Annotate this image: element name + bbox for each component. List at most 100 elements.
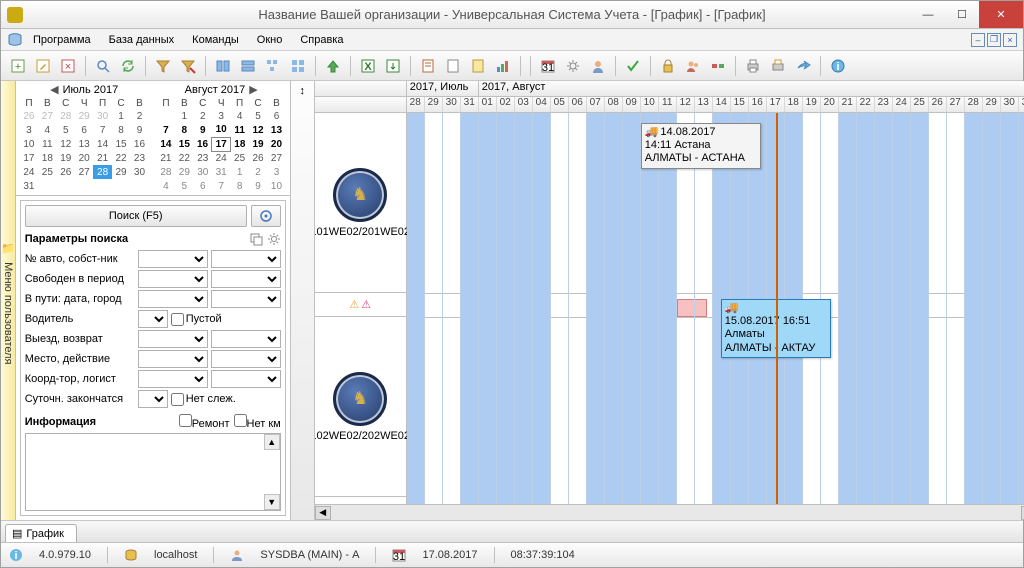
tb-filter[interactable] [152,55,174,77]
statusbar: i 4.0.979.10 localhost SYSDBA (MAIN) - А… [1,543,1023,567]
maximize-button[interactable]: ☐ [945,1,979,28]
param-select-2[interactable] [211,290,281,308]
tb-user[interactable] [587,55,609,77]
tb-report3[interactable] [467,55,489,77]
tb-check[interactable] [622,55,644,77]
calendar-july[interactable]: ◀Июль 2017 ПВСЧПСВ2627282930123456789101… [16,81,153,195]
status-db-icon [124,548,138,562]
param-select-2[interactable] [211,330,281,348]
resource-warning-row: ⚠ ⚠ [315,293,406,317]
mdi-restore[interactable]: ❐ [987,33,1001,47]
param-label: Водитель [25,313,135,325]
truck-icon: 🚚 [725,302,739,315]
chk-repair[interactable]: Ремонт [179,414,230,430]
tb-settings[interactable] [562,55,584,77]
param-select-1[interactable] [138,310,168,328]
param-select-1[interactable] [138,330,208,348]
param-label: Выезд, возврат [25,333,135,345]
param-label: Место, действие [25,353,135,365]
tb-lock[interactable] [657,55,679,77]
gear-icon[interactable] [267,232,281,246]
param-select-2[interactable] [211,270,281,288]
tb-print2[interactable] [767,55,789,77]
minimize-button[interactable]: — [911,1,945,28]
gantt-month1: 2017, Июль [407,81,479,96]
gantt-chart: 2017, Июль 2017, Август 2829303101020304… [315,81,1024,520]
search-button[interactable]: Поиск (F5) [25,205,247,227]
mdi-minimize[interactable]: – [971,33,985,47]
tb-report2[interactable] [442,55,464,77]
info-header: Информация Ремонт Нет км [25,414,281,430]
menu-database[interactable]: База данных [101,32,183,48]
cal-next[interactable]: ▶ [249,83,257,96]
gantt-event-1[interactable]: 🚚14.08.2017 14:11 Астана АЛМАТЫ - АСТАНА [641,123,761,169]
titlebar: Название Вашей организации - Универсальн… [1,1,1023,29]
tb-filter-clear[interactable] [177,55,199,77]
menu-window[interactable]: Окно [249,32,291,48]
menu-help[interactable]: Справка [292,32,351,48]
param-select-2[interactable] [211,350,281,368]
param-select-1[interactable] [138,350,208,368]
tb-tree[interactable] [262,55,284,77]
user-menu-tab[interactable]: 📁 Меню пользователя [1,81,16,520]
tb-chart[interactable] [492,55,514,77]
mdi-close[interactable]: × [1003,33,1017,47]
tb-new[interactable]: + [7,55,29,77]
svg-text:X: X [364,61,372,73]
chk-km[interactable]: Нет км [234,414,281,430]
window-buttons: — ☐ ✕ [911,1,1023,28]
info-scroll-up[interactable]: ▲ [264,434,280,450]
gantt-hscroll[interactable]: ◀ ▶ [315,504,1024,520]
tb-share[interactable] [792,55,814,77]
scania-logo-1: ♞ [333,168,387,222]
gantt-grid[interactable]: 🚚14.08.2017 14:11 Астана АЛМАТЫ - АСТАНА… [407,113,1024,504]
tb-connect[interactable] [707,55,729,77]
target-button[interactable] [251,205,281,227]
menu-program[interactable]: Программа [25,32,99,48]
tb-info[interactable]: i [827,55,849,77]
gantt-left-toolbar: ↕ [291,81,315,520]
info-textarea[interactable]: ▲ ▼ [25,433,281,511]
param-select-1[interactable] [138,390,168,408]
tb-search[interactable] [92,55,114,77]
tab-grafik[interactable]: ▤ График [5,524,77,542]
calendar-august[interactable]: Август 2017▶ ПВСЧПСВ12345678910111213141… [153,81,290,195]
cal-prev[interactable]: ◀ [50,83,58,96]
tb-grid1[interactable] [212,55,234,77]
tb-print[interactable] [742,55,764,77]
resource-row-2[interactable]: ♞ 102WE02/202WE02 [315,317,406,497]
menu-commands[interactable]: Команды [184,32,247,48]
tb-users[interactable] [682,55,704,77]
tb-cal[interactable]: 31 [537,55,559,77]
status-host: localhost [154,549,197,561]
param-select-1[interactable] [138,290,208,308]
truck-icon: 🚚 [645,126,659,139]
tb-grid2[interactable] [237,55,259,77]
main: 📁 Меню пользователя ◀Июль 2017 ПВСЧПСВ26… [1,81,1023,521]
info-scroll-down[interactable]: ▼ [264,494,280,510]
resource-row-1[interactable]: ♞ 101WE02/201WE02 [315,113,406,293]
param-checkbox[interactable]: Нет слеж. [171,393,281,406]
scroll-left[interactable]: ◀ [315,506,331,520]
tb-edit[interactable] [32,55,54,77]
param-checkbox[interactable]: Пустой [171,313,281,326]
status-info-icon: i [9,548,23,562]
tab-label: График [26,528,64,540]
close-button[interactable]: ✕ [979,1,1023,28]
gantt-body[interactable]: ♞ 101WE02/201WE02 ⚠ ⚠ ♞ 102WE02/202WE02 [315,113,1024,504]
tb-refresh[interactable] [117,55,139,77]
tb-delete[interactable]: × [57,55,79,77]
param-select-1[interactable] [138,370,208,388]
tb-report1[interactable] [417,55,439,77]
tb-group[interactable] [287,55,309,77]
tb-up[interactable] [322,55,344,77]
param-select-2[interactable] [211,250,281,268]
tb-import[interactable] [382,55,404,77]
tb-excel[interactable]: X [357,55,379,77]
param-select-1[interactable] [138,270,208,288]
svg-text:+: + [15,61,21,73]
param-select-2[interactable] [211,370,281,388]
param-select-1[interactable] [138,250,208,268]
expand-icon[interactable]: ↕ [299,85,305,97]
copy-icon[interactable] [249,232,263,246]
